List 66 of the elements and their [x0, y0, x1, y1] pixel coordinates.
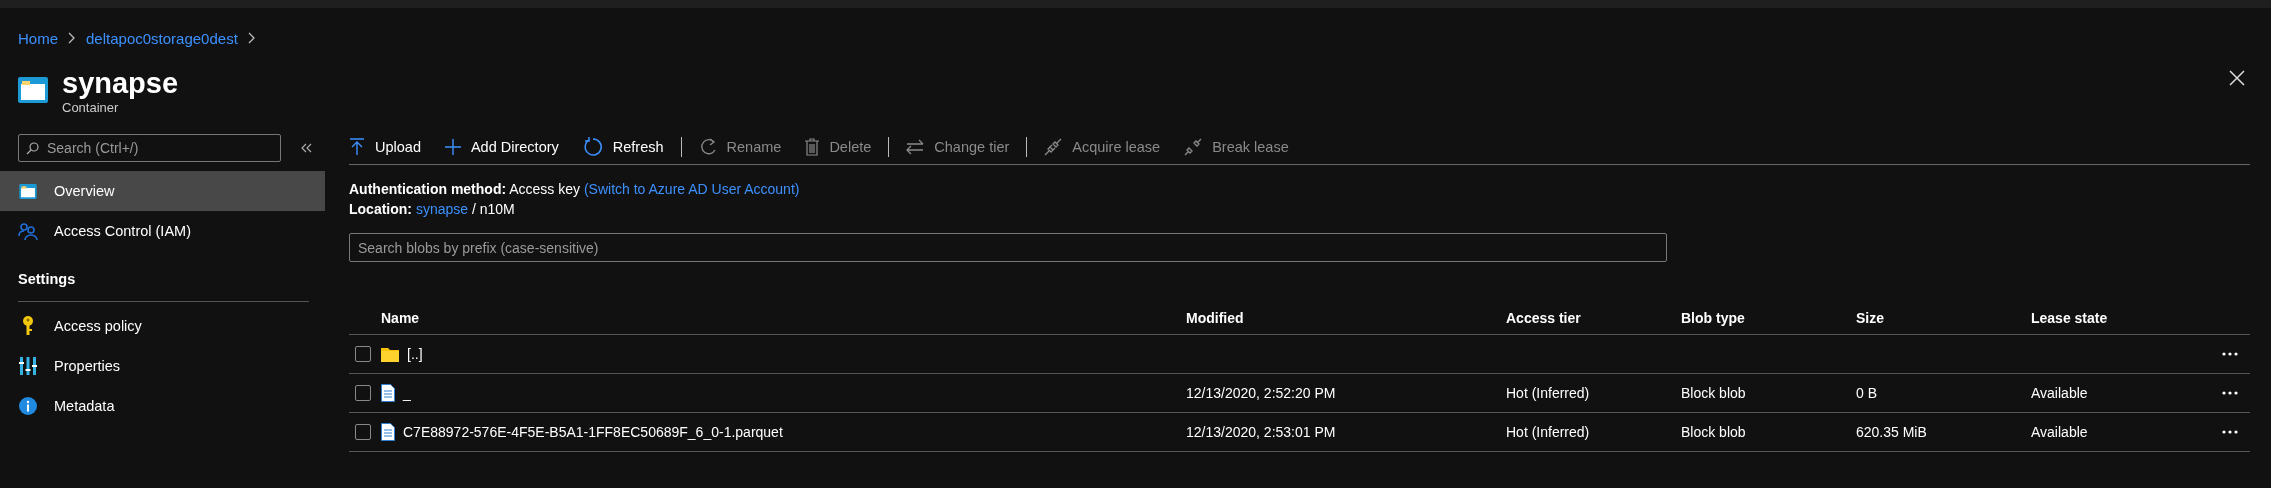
document-icon — [381, 384, 395, 402]
column-header[interactable]: Lease state — [2031, 310, 2108, 326]
column-header[interactable]: Blob type — [1681, 310, 1745, 326]
refresh-icon — [582, 136, 603, 157]
table-cell: Block blob — [1681, 424, 1746, 440]
toolbar-button[interactable]: Upload — [349, 137, 421, 156]
collapse-icon[interactable] — [301, 143, 313, 153]
table-cell: Hot (Inferred) — [1506, 385, 1590, 401]
trash-icon — [805, 137, 820, 156]
row-checkbox[interactable] — [355, 424, 371, 440]
more-icon[interactable] — [2222, 391, 2238, 395]
sliders-icon — [19, 357, 37, 375]
table-cell: Available — [2031, 424, 2088, 440]
column-header[interactable]: Name — [381, 310, 420, 326]
container-icon — [18, 77, 48, 103]
sidebar-item[interactable]: Overview — [0, 171, 325, 211]
more-icon[interactable] — [2222, 352, 2238, 356]
table-cell: 0 B — [1856, 385, 1877, 401]
table-cell: 12/13/2020, 2:53:01 PM — [1186, 424, 1336, 440]
container-icon — [19, 183, 37, 199]
key-icon — [22, 316, 34, 336]
sidebar-item[interactable]: Access policy — [0, 306, 325, 346]
chevron-icon — [68, 32, 76, 44]
blob-name[interactable]: _ — [403, 385, 411, 401]
row-checkbox[interactable] — [355, 385, 371, 401]
sidebar-item[interactable]: Properties — [0, 346, 325, 386]
location-line: Location: synapse / n10M — [349, 200, 516, 219]
plug-icon — [1044, 137, 1063, 156]
table-cell: 12/13/2020, 2:52:20 PM — [1186, 385, 1336, 401]
switch-account-link[interactable]: (Switch to Azure AD User Account) — [583, 181, 800, 197]
column-header[interactable]: Size — [1856, 310, 1884, 326]
rename-icon — [698, 137, 717, 156]
more-icon[interactable] — [2222, 430, 2238, 434]
table-cell: Available — [2031, 385, 2088, 401]
blob-name[interactable]: C7E88972-576E-4F5E-B5A1-1FF8EC50689F_6_0-1.parquet — [403, 424, 783, 440]
row-checkbox[interactable] — [355, 346, 371, 362]
search-field[interactable]: Search (Ctrl+/) — [18, 134, 281, 162]
table-cell: Hot (Inferred) — [1506, 424, 1590, 440]
breadcrumb-link[interactable]: deltapoc0storage0dest — [86, 29, 238, 47]
plug-icon — [1184, 137, 1203, 156]
table-cell: Block blob — [1681, 385, 1746, 401]
people-icon — [18, 222, 38, 240]
plus-icon — [444, 138, 461, 155]
upload-icon — [349, 137, 365, 156]
search-icon — [26, 142, 39, 155]
info-icon — [19, 397, 37, 415]
chevron-icon — [247, 32, 256, 44]
table-cell: 620.35 MiB — [1856, 424, 1927, 440]
column-header[interactable]: Access tier — [1506, 310, 1581, 326]
section-heading: Settings — [17, 270, 77, 289]
auth-line: Authentication method: Access key (Switch to Azure AD User Account) — [349, 180, 801, 199]
page-title: synapse — [62, 65, 179, 100]
location-link[interactable]: synapse — [415, 201, 469, 217]
page-subtitle: Container — [62, 99, 120, 115]
folder-icon — [381, 346, 399, 362]
toolbar-button[interactable]: Add Directory — [444, 138, 559, 155]
toolbar-button[interactable]: Refresh — [582, 136, 664, 157]
close-icon[interactable] — [2229, 70, 2245, 86]
column-header[interactable]: Modified — [1186, 310, 1244, 326]
blob-search-field[interactable]: Search blobs by prefix (case-sensitive) — [349, 233, 1667, 262]
sidebar-item[interactable]: Metadata — [0, 386, 325, 426]
blob-name[interactable]: [..] — [407, 346, 423, 362]
document-icon — [381, 423, 395, 441]
breadcrumb-link[interactable]: Home — [18, 29, 58, 47]
swap-icon — [906, 138, 925, 155]
sidebar-item[interactable]: Access Control (IAM) — [0, 211, 325, 251]
